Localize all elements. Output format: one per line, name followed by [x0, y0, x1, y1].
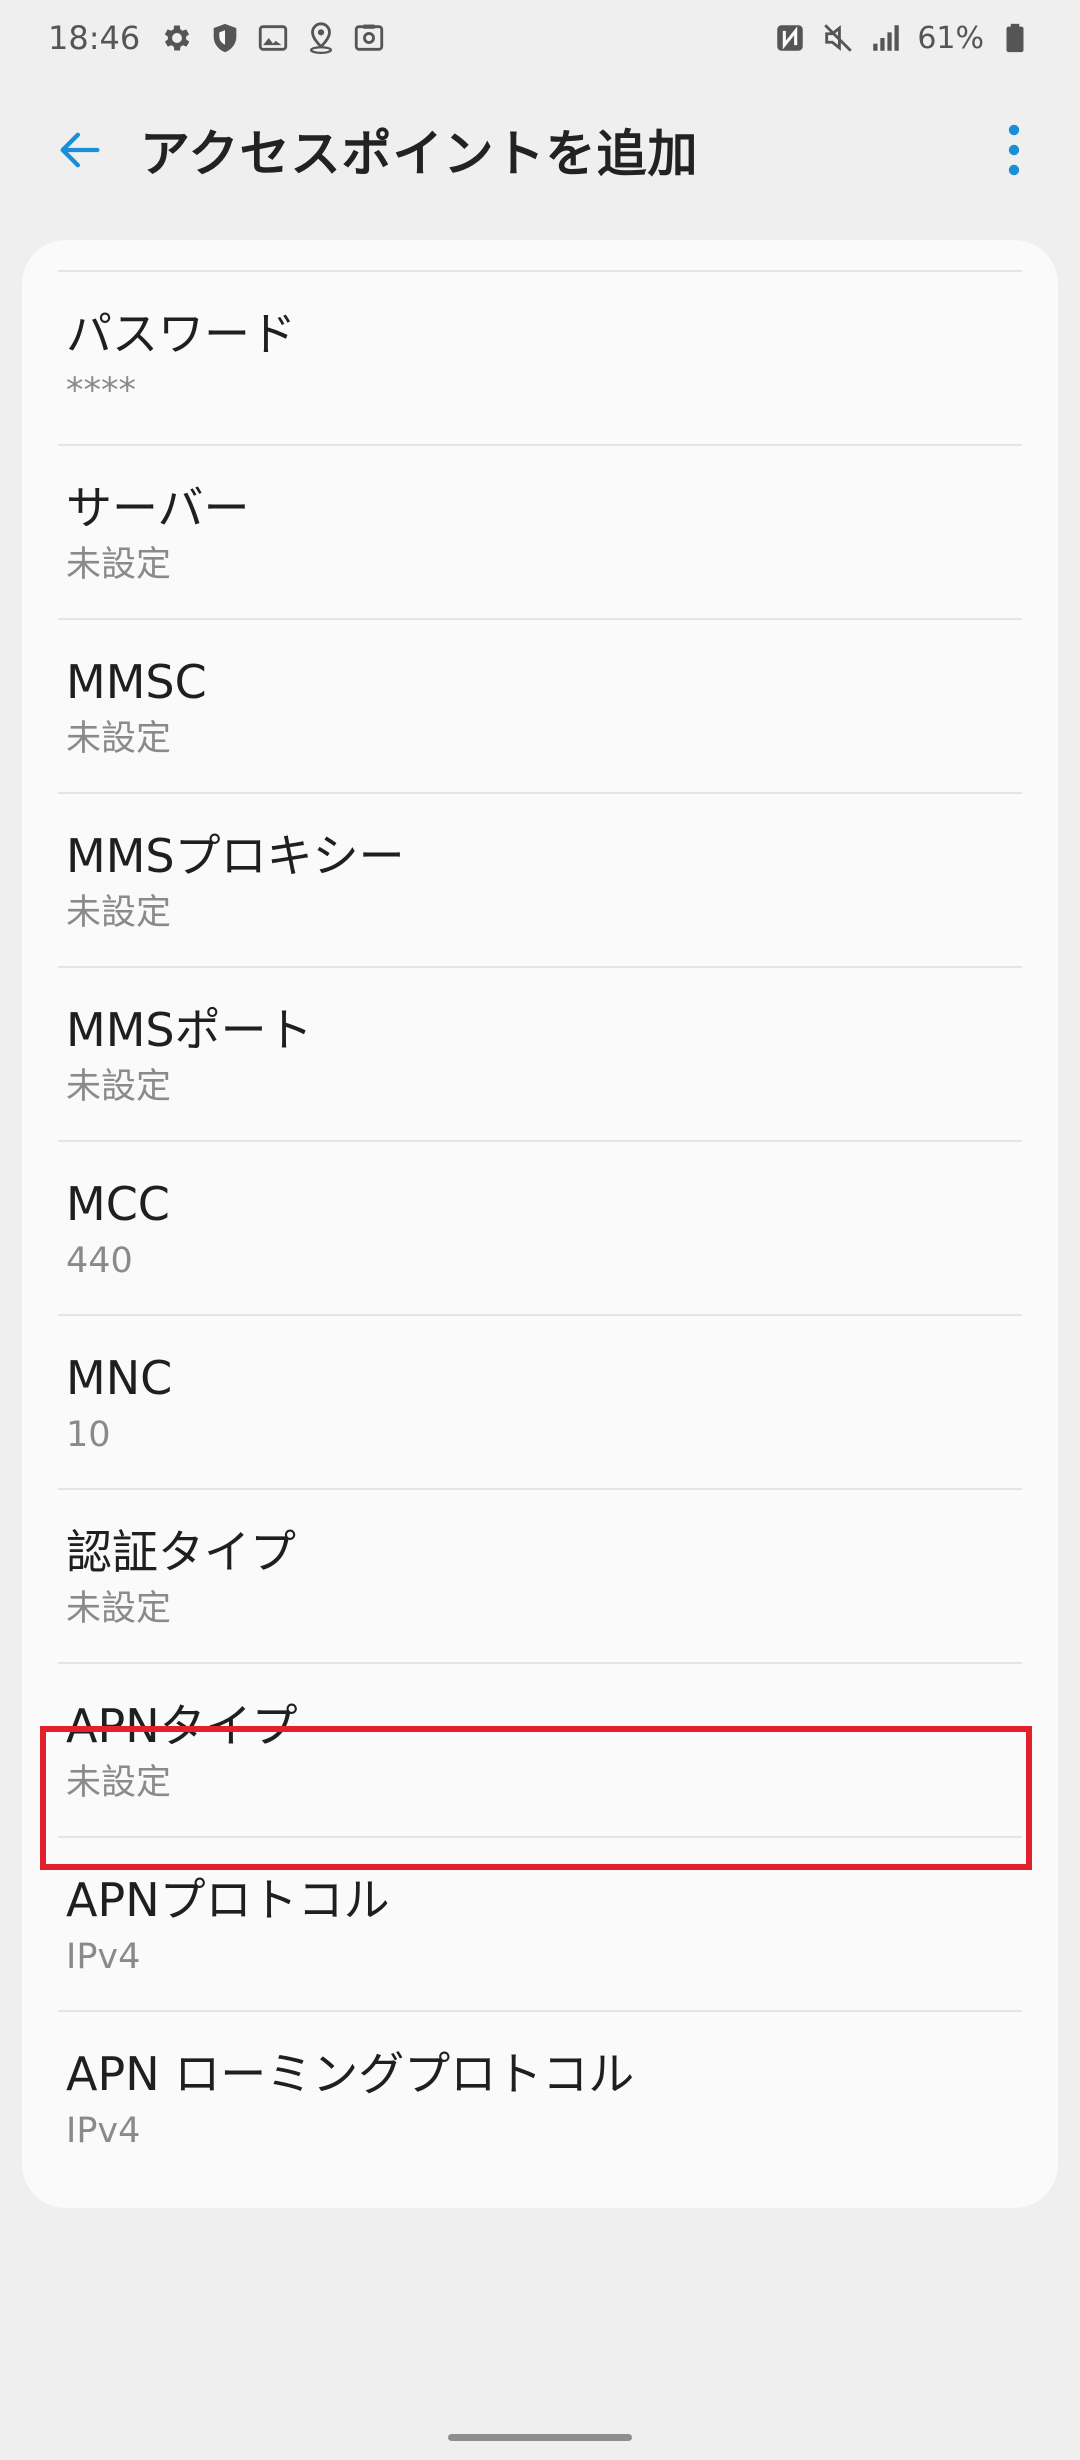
nav-gesture-handle[interactable] — [448, 2434, 632, 2441]
battery-percent: 61% — [917, 20, 984, 56]
settings-list: パスワード **** サーバー 未設定 MMSC 未設定 MMSプロキシー 未設… — [22, 272, 1058, 2186]
setting-label: MNC — [66, 1351, 173, 1405]
status-bar-left: 18:46 — [48, 19, 386, 57]
location-pin-icon — [304, 21, 338, 55]
settings-card: パスワード **** サーバー 未設定 MMSC 未設定 MMSプロキシー 未設… — [22, 240, 1058, 2208]
setting-mnc[interactable]: MNC 10 — [22, 1316, 1058, 1490]
setting-value: 未設定 — [66, 545, 172, 585]
back-button[interactable] — [40, 116, 120, 184]
mute-icon — [821, 21, 855, 55]
setting-mms-proxy[interactable]: MMSプロキシー 未設定 — [22, 794, 1058, 968]
setting-label: 認証タイプ — [66, 1525, 296, 1579]
back-arrow-icon — [60, 132, 100, 168]
status-bar: 18:46 61% — [0, 0, 1080, 76]
screenshot-icon — [352, 21, 386, 55]
setting-auth-type[interactable]: 認証タイプ 未設定 — [22, 1490, 1058, 1664]
setting-value: IPv4 — [66, 2111, 141, 2151]
setting-apn-type[interactable]: APNタイプ 未設定 — [22, 1664, 1058, 1838]
setting-label: パスワード — [66, 307, 296, 361]
shield-icon — [208, 21, 242, 55]
setting-apn-protocol[interactable]: APNプロトコル IPv4 — [22, 1838, 1058, 2012]
setting-label: MMSポート — [66, 1003, 313, 1057]
page-title: アクセスポイントを追加 — [140, 125, 699, 183]
setting-value: 未設定 — [66, 1067, 172, 1107]
setting-value: 10 — [66, 1415, 111, 1455]
setting-mms-port[interactable]: MMSポート 未設定 — [22, 968, 1058, 1142]
setting-mcc[interactable]: MCC 440 — [22, 1142, 1058, 1316]
status-bar-right: 61% — [773, 21, 1032, 56]
setting-label: MMSC — [66, 655, 207, 709]
setting-mmsc[interactable]: MMSC 未設定 — [22, 620, 1058, 794]
status-time: 18:46 — [48, 19, 141, 57]
setting-label: MCC — [66, 1177, 170, 1231]
gear-icon — [160, 21, 194, 55]
setting-label: APNプロトコル — [66, 1873, 390, 1927]
setting-label: APNタイプ — [66, 1699, 298, 1753]
setting-label: APN ローミングプロトコル — [66, 2047, 635, 2101]
setting-value: 未設定 — [66, 719, 172, 759]
setting-value: IPv4 — [66, 1937, 141, 1977]
image-icon — [256, 21, 290, 55]
setting-value: 未設定 — [66, 893, 172, 933]
setting-server[interactable]: サーバー 未設定 — [22, 446, 1058, 620]
setting-value: 未設定 — [66, 1763, 172, 1803]
more-vert-icon — [1008, 124, 1020, 176]
nfc-icon — [773, 21, 807, 55]
setting-apn-roaming-protocol[interactable]: APN ローミングプロトコル IPv4 — [22, 2012, 1058, 2186]
setting-label: サーバー — [66, 481, 250, 535]
app-bar: アクセスポイントを追加 — [0, 90, 1080, 210]
signal-icon — [869, 21, 903, 55]
battery-icon — [998, 21, 1032, 55]
more-options-button[interactable] — [984, 114, 1044, 186]
setting-password[interactable]: パスワード **** — [22, 272, 1058, 446]
setting-label: MMSプロキシー — [66, 829, 405, 883]
setting-value: 440 — [66, 1241, 133, 1281]
setting-value: 未設定 — [66, 1589, 172, 1629]
setting-value: **** — [66, 371, 136, 411]
